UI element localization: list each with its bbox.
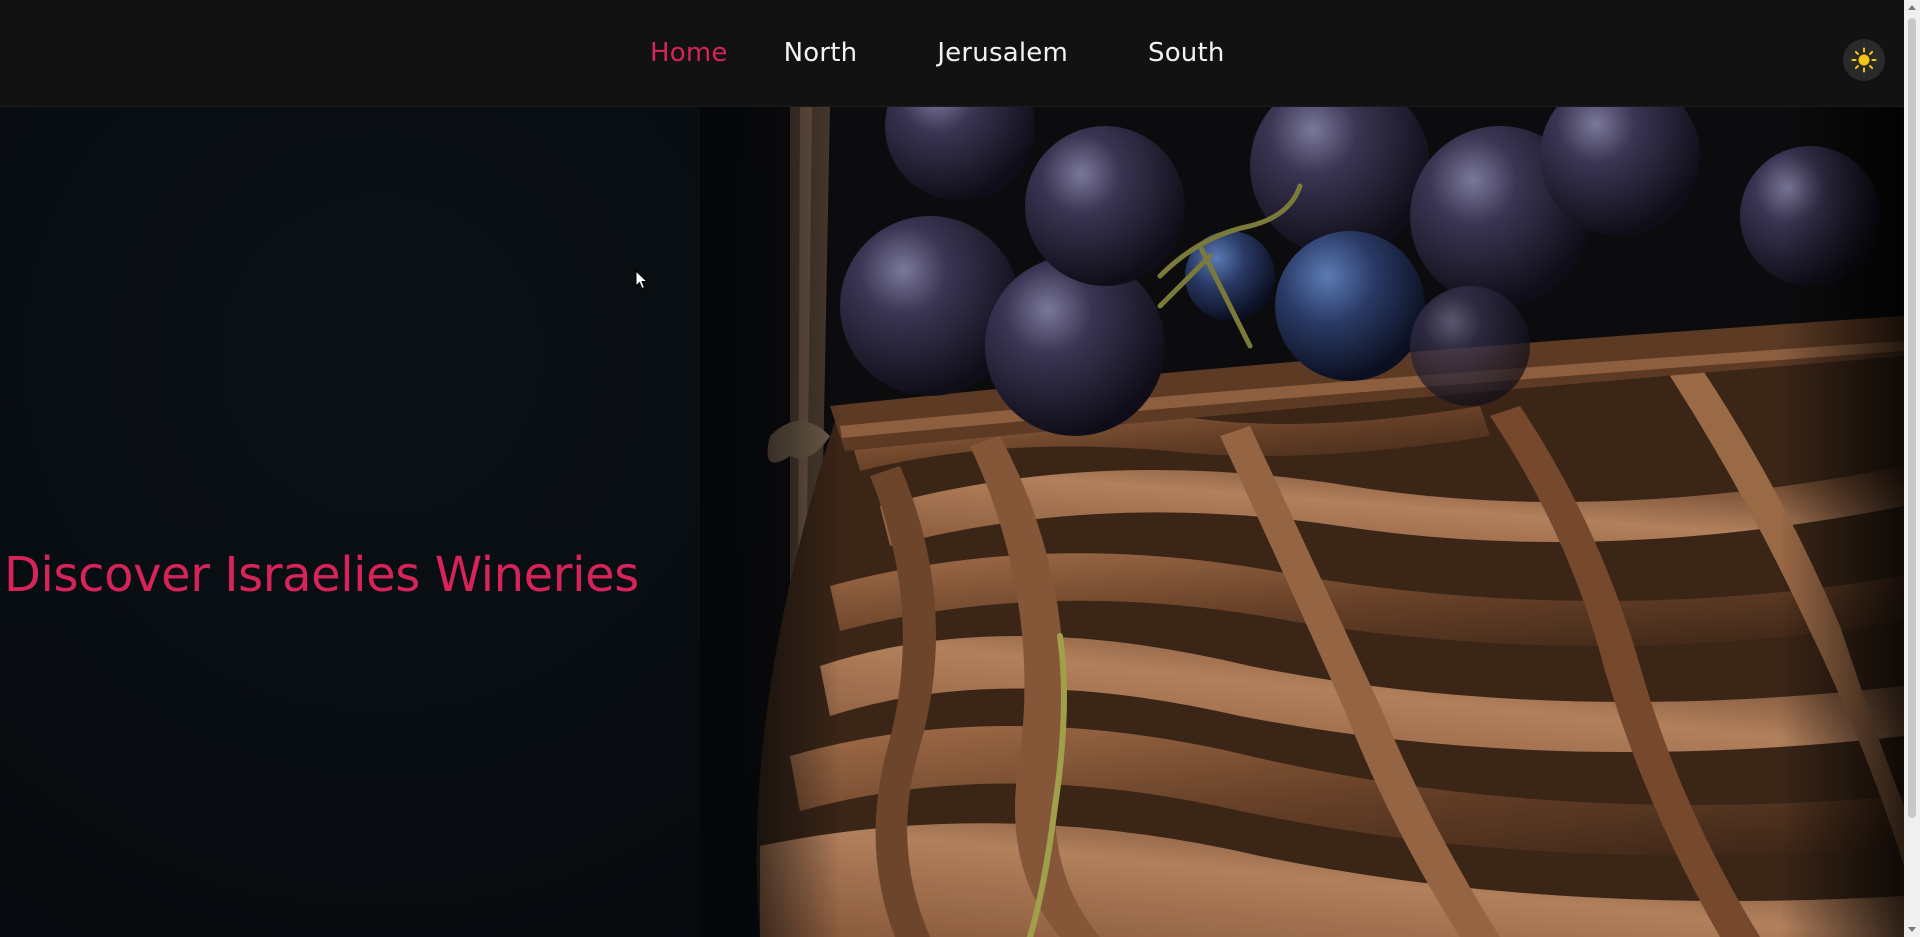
top-navbar: Home North Jerusalem South [0, 0, 1904, 107]
nav-links: Home North Jerusalem South [650, 0, 1225, 106]
hero-section: Discover Israelies Wineries [0, 106, 1904, 937]
scroll-thumb[interactable] [1908, 18, 1916, 818]
hero-title: Discover Israelies Wineries [4, 546, 639, 603]
nav-link-home[interactable]: Home [650, 38, 728, 68]
page-scrollbar[interactable] [1904, 0, 1920, 937]
page: Home North Jerusalem South Discover Isra… [0, 0, 1920, 937]
scroll-up-arrow-icon[interactable] [1908, 5, 1916, 10]
theme-toggle-button[interactable] [1843, 39, 1885, 81]
hero-title-box: Discover Israelies Wineries [0, 523, 639, 626]
nav-link-south[interactable]: South [1148, 38, 1225, 68]
scroll-down-arrow-icon[interactable] [1908, 927, 1916, 932]
nav-link-north[interactable]: North [784, 38, 858, 68]
hero-background-image [700, 106, 1904, 937]
nav-link-jerusalem[interactable]: Jerusalem [937, 38, 1068, 68]
mouse-cursor-icon [635, 270, 649, 290]
sun-icon [1851, 47, 1877, 73]
